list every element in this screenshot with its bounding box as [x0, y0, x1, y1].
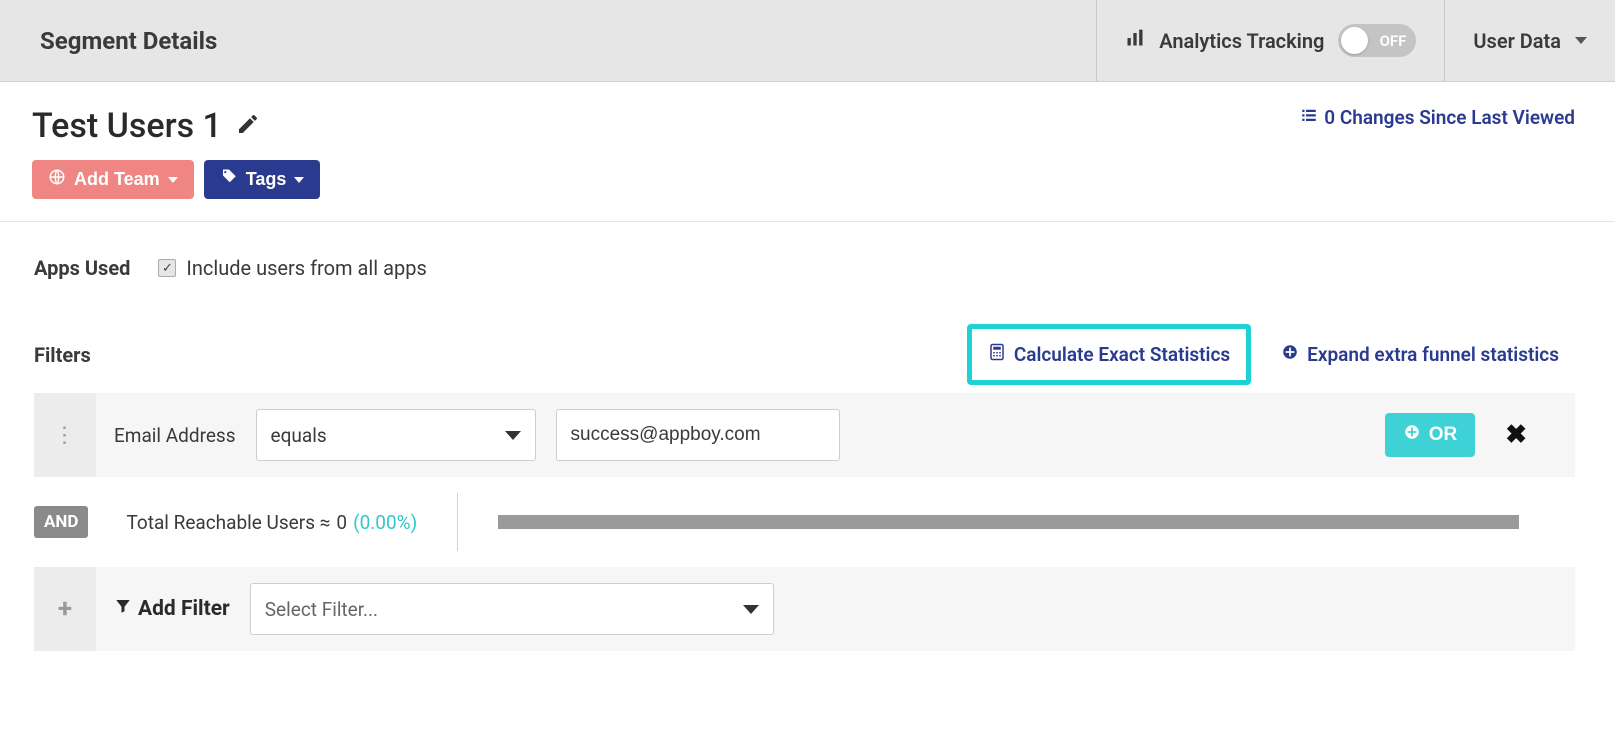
- user-data-label: User Data: [1473, 29, 1561, 53]
- reach-pct: (0.00%): [353, 511, 417, 534]
- apps-used-row: Apps Used ✓ Include users from all apps: [0, 222, 1615, 324]
- select-filter-placeholder: Select Filter...: [265, 598, 378, 621]
- page-title: Segment Details: [0, 27, 217, 55]
- or-label: OR: [1429, 424, 1458, 446]
- remove-filter-button[interactable]: ✖: [1505, 420, 1527, 450]
- add-filter-text: Add Filter: [138, 597, 230, 621]
- apps-used-label: Apps Used: [34, 256, 130, 280]
- changes-since-viewed-link[interactable]: 0 Changes Since Last Viewed: [1300, 106, 1575, 129]
- analytics-label: Analytics Tracking: [1159, 29, 1324, 53]
- reach-progress-bar: [498, 515, 1519, 529]
- segment-name: Test Users 1: [32, 106, 222, 146]
- add-filter-body: Add Filter Select Filter...: [96, 583, 1575, 635]
- operator-value: equals: [271, 424, 327, 447]
- edit-name-button[interactable]: [236, 112, 260, 140]
- title-row: Test Users 1 0 Changes Since Last Viewed: [0, 82, 1615, 146]
- add-filter-plus-button[interactable]: +: [34, 567, 96, 651]
- changes-text: 0 Changes Since Last Viewed: [1324, 106, 1575, 129]
- filters-label: Filters: [34, 343, 91, 367]
- tags-label: Tags: [246, 169, 287, 190]
- plus-circle-icon: [1281, 343, 1299, 366]
- checkbox-icon: ✓: [158, 259, 176, 277]
- header-bar: Segment Details Analytics Tracking OFF U…: [0, 0, 1615, 82]
- caret-down-icon: [168, 177, 178, 183]
- caret-down-icon: [743, 605, 759, 614]
- add-team-button[interactable]: Add Team: [32, 160, 194, 199]
- select-filter-dropdown[interactable]: Select Filter...: [250, 583, 774, 635]
- expand-stats-label: Expand extra funnel statistics: [1307, 343, 1559, 366]
- drag-handle[interactable]: ⋮: [34, 393, 96, 477]
- user-data-dropdown[interactable]: User Data: [1444, 0, 1615, 81]
- calc-stats-label: Calculate Exact Statistics: [1014, 343, 1230, 366]
- expand-funnel-statistics-link[interactable]: Expand extra funnel statistics: [1265, 329, 1575, 380]
- or-button[interactable]: OR: [1385, 413, 1476, 457]
- calculator-icon: [988, 343, 1006, 366]
- filters-header: Filters Calculate Exact Statistics Expan…: [0, 324, 1615, 393]
- segment-actions-row: Add Team Tags: [0, 146, 1615, 221]
- caret-down-icon: [294, 177, 304, 183]
- filter-operator-select[interactable]: equals: [256, 409, 536, 461]
- reach-count: 0: [336, 511, 347, 534]
- add-filter-label: Add Filter: [114, 597, 230, 621]
- toggle-state-label: OFF: [1380, 32, 1407, 50]
- include-all-label: Include users from all apps: [186, 256, 426, 280]
- caret-down-icon: [505, 431, 521, 440]
- include-all-apps-checkbox[interactable]: ✓ Include users from all apps: [158, 256, 426, 280]
- tags-button[interactable]: Tags: [204, 160, 321, 199]
- filter-field-label: Email Address: [114, 424, 236, 447]
- filter-value-input[interactable]: [556, 409, 840, 461]
- toggle-knob: [1341, 27, 1368, 54]
- plus-circle-icon: [1403, 423, 1421, 447]
- tag-icon: [220, 168, 238, 191]
- calculate-exact-statistics-link[interactable]: Calculate Exact Statistics: [967, 324, 1251, 385]
- and-badge: AND: [34, 506, 88, 538]
- reach-row: AND Total Reachable Users ≈ 0 (0.00%): [34, 493, 1575, 551]
- chevron-down-icon: [1575, 37, 1587, 44]
- bar-chart-icon: [1125, 28, 1145, 53]
- globe-icon: [48, 168, 66, 191]
- filter-body: Email Address equals OR ✖: [96, 409, 1575, 461]
- header-right: Analytics Tracking OFF User Data: [1096, 0, 1615, 81]
- filter-row: ⋮ Email Address equals OR ✖: [34, 393, 1575, 477]
- segment-name-wrap: Test Users 1: [32, 106, 260, 146]
- filters-links: Calculate Exact Statistics Expand extra …: [967, 324, 1575, 385]
- add-team-label: Add Team: [74, 169, 160, 190]
- vertical-divider: [457, 493, 458, 551]
- analytics-tracking-toggle-cell[interactable]: Analytics Tracking OFF: [1096, 0, 1444, 81]
- funnel-icon: [114, 597, 132, 621]
- list-icon: [1300, 106, 1318, 129]
- reach-prefix: Total Reachable Users ≈: [126, 511, 330, 534]
- filter-actions: OR ✖: [1385, 413, 1557, 457]
- reachable-users-text: Total Reachable Users ≈ 0 (0.00%): [108, 511, 417, 534]
- add-filter-row: + Add Filter Select Filter...: [34, 567, 1575, 651]
- analytics-toggle[interactable]: OFF: [1338, 24, 1416, 57]
